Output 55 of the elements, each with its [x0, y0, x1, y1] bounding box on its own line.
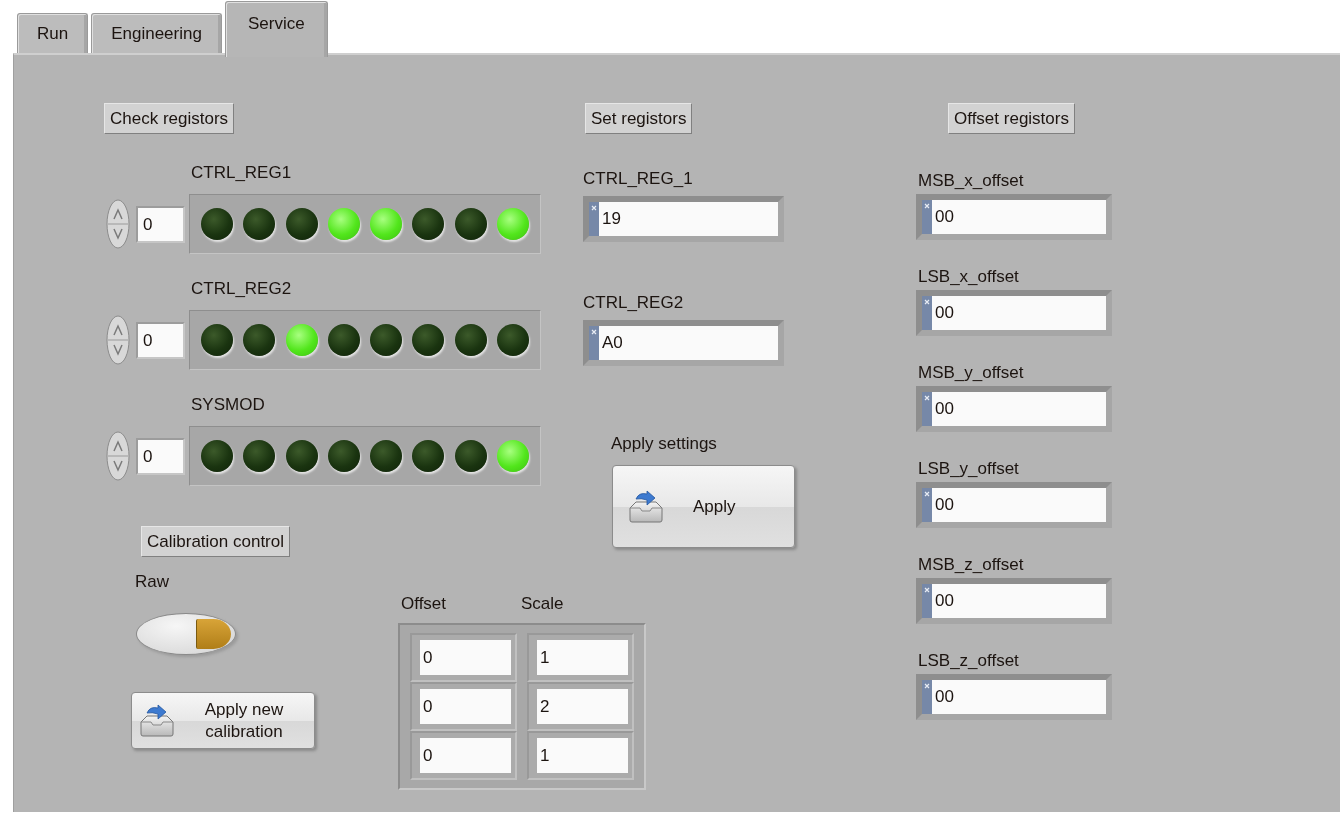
tab[interactable]: Run: [17, 13, 89, 53]
radix-icon: [922, 488, 932, 522]
radix-icon: [922, 584, 932, 618]
radix-icon: [922, 392, 932, 426]
spin-button[interactable]: [106, 199, 130, 249]
spin-button[interactable]: [106, 431, 130, 481]
field-label: LSB_y_offset: [918, 458, 1019, 480]
table-cell[interactable]: 0: [420, 738, 511, 773]
radix-icon: [922, 296, 932, 330]
section-label: Set registors: [585, 103, 693, 134]
index-field[interactable]: 0: [136, 437, 185, 475]
apply-calibration-button[interactable]: Apply new calibration: [131, 692, 315, 749]
column-header: Scale: [520, 593, 565, 615]
column-header: Offset: [400, 593, 448, 615]
tray-arrow-icon: [138, 703, 176, 738]
radix-icon: [589, 202, 599, 236]
field-label: LSB_x_offset: [918, 266, 1019, 288]
toggle-switch[interactable]: [136, 613, 236, 655]
section-label: Calibration control: [141, 526, 290, 557]
spin-button[interactable]: [106, 315, 130, 365]
button-caption: Apply settings: [611, 433, 717, 455]
register-label: CTRL_REG1: [191, 162, 292, 184]
input-field[interactable]: 00: [916, 578, 1112, 624]
register-label: CTRL_REG2: [191, 278, 292, 300]
table-cell[interactable]: 1: [537, 640, 628, 675]
tray-arrow-icon: [627, 489, 665, 524]
input-field[interactable]: 00: [916, 194, 1112, 240]
register-label: SYSMOD: [191, 394, 265, 416]
table-cell[interactable]: 0: [420, 689, 511, 724]
field-label: LSB_z_offset: [918, 650, 1019, 672]
index-field[interactable]: 0: [136, 321, 185, 359]
section-label: Check registors: [104, 103, 235, 134]
input-field[interactable]: 00: [916, 674, 1112, 720]
table-cell[interactable]: 0: [420, 640, 511, 675]
input-field[interactable]: 19: [583, 196, 784, 242]
field-label: CTRL_REG2: [583, 292, 684, 314]
input-field[interactable]: 00: [916, 482, 1112, 528]
input-field[interactable]: 00: [916, 386, 1112, 432]
radix-icon: [922, 200, 932, 234]
field-label: MSB_y_offset: [918, 362, 1024, 384]
switch-label: Raw: [135, 571, 169, 593]
index-field[interactable]: 0: [136, 205, 185, 243]
tab[interactable]: Service: [224, 1, 328, 57]
apply-button[interactable]: Apply: [612, 465, 795, 548]
input-field[interactable]: 00: [916, 290, 1112, 336]
table-cell[interactable]: 2: [537, 689, 628, 724]
section-label: Offset registors: [948, 103, 1075, 134]
field-label: MSB_x_offset: [918, 170, 1024, 192]
tab[interactable]: Engineering: [91, 13, 222, 53]
radix-icon: [589, 326, 599, 360]
input-field[interactable]: A0: [583, 320, 784, 366]
field-label: MSB_z_offset: [918, 554, 1024, 576]
field-label: CTRL_REG_1: [583, 168, 693, 190]
table-cell[interactable]: 1: [537, 738, 628, 773]
radix-icon: [922, 680, 932, 714]
